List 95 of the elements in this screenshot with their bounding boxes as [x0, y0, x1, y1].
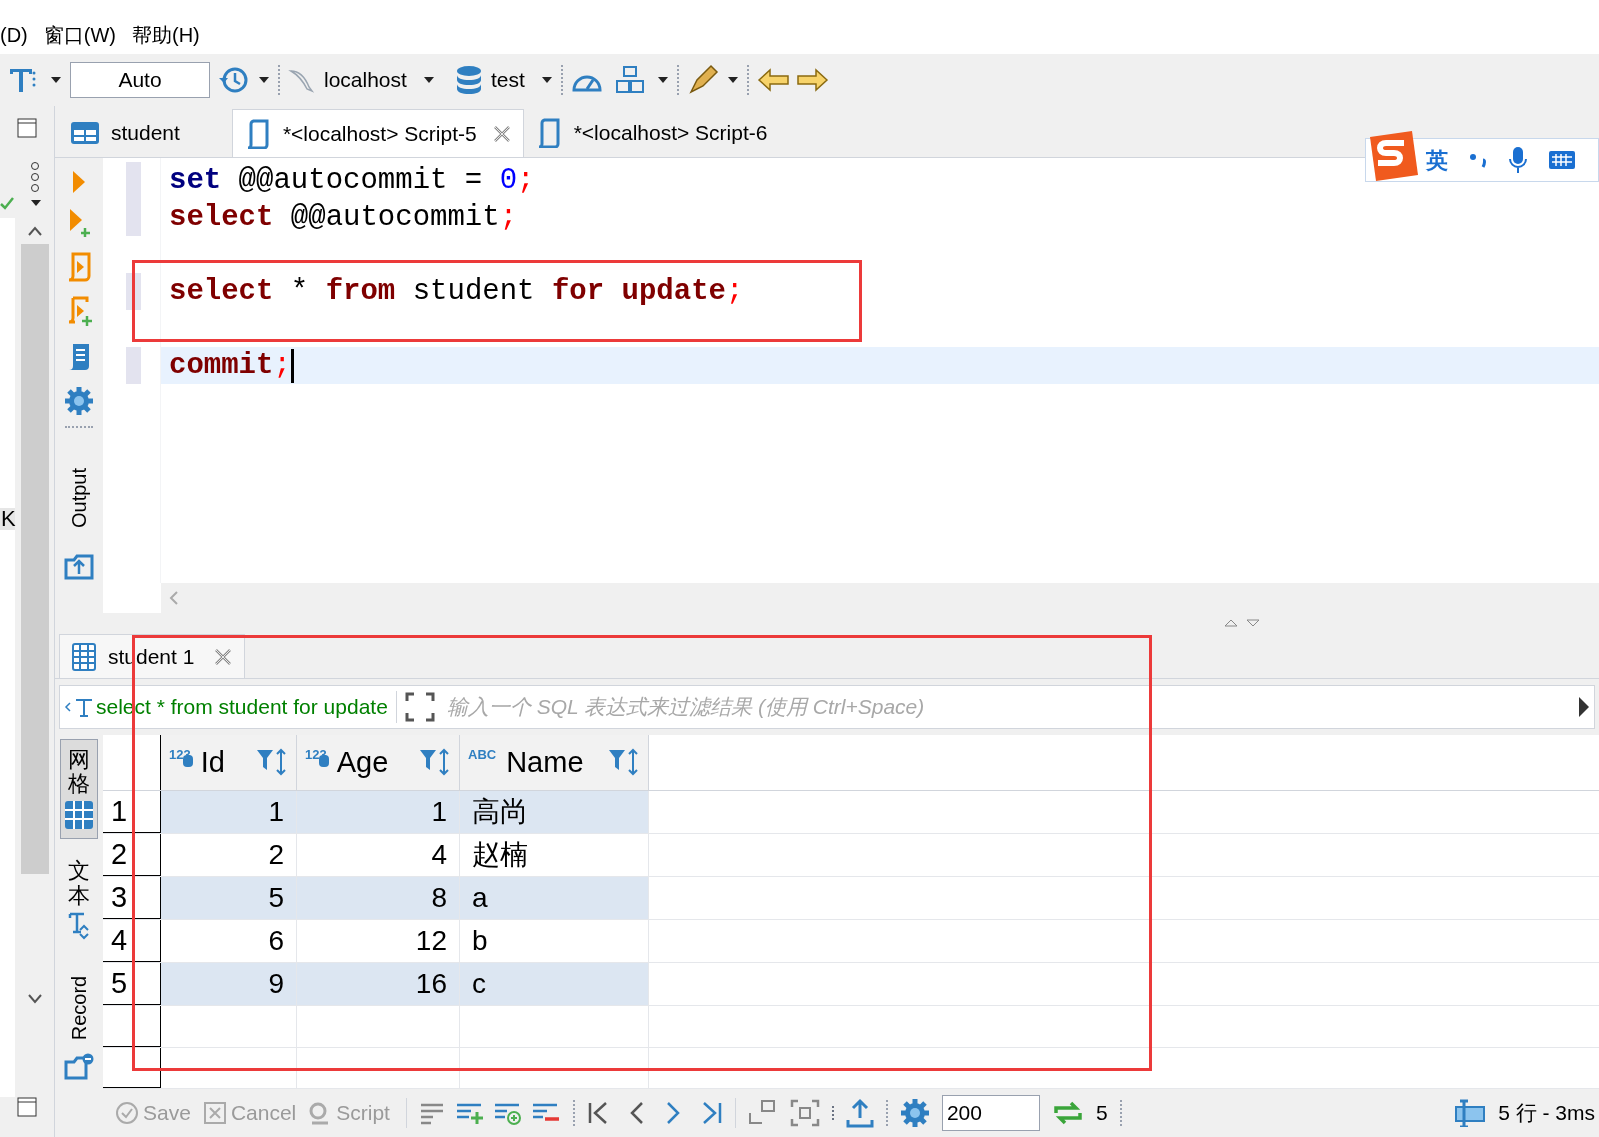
- minimize-icon[interactable]: [1246, 619, 1260, 627]
- table-icon: [71, 122, 99, 144]
- row-number: 2: [103, 834, 161, 876]
- play-icon[interactable]: [1578, 696, 1590, 718]
- code-line: select @@autocommit;: [169, 200, 518, 236]
- check-icon[interactable]: [0, 196, 14, 210]
- copy-row-icon[interactable]: [492, 1101, 523, 1125]
- code-line: select * from student for update;: [169, 274, 744, 310]
- panel-icon[interactable]: [1454, 1099, 1487, 1127]
- boxes-icon[interactable]: [614, 65, 645, 95]
- column-header[interactable]: ABC Name: [460, 735, 649, 790]
- grid-icon: [72, 642, 96, 671]
- focus-icon[interactable]: [789, 1099, 820, 1127]
- more-icon[interactable]: [29, 162, 41, 192]
- truncated-text: K: [0, 508, 15, 530]
- settings-icon[interactable]: [899, 1098, 930, 1128]
- view-tab[interactable]: 网格: [60, 739, 98, 840]
- export-icon[interactable]: [845, 1098, 874, 1128]
- status-text: 5 行 - 3ms: [1498, 1100, 1595, 1127]
- menu-item[interactable]: 帮助(H): [131, 20, 200, 50]
- filter-placeholder: 输入一个 SQL 表达式来过滤结果 (使用 Ctrl+Space): [446, 694, 926, 721]
- table-cell: a: [460, 877, 649, 919]
- grid-icon: [64, 800, 94, 831]
- next-page-icon[interactable]: [664, 1101, 681, 1125]
- maximize-icon[interactable]: [1224, 619, 1238, 627]
- scroll-down-icon[interactable]: [27, 994, 42, 1004]
- table-cell: 9: [161, 963, 297, 1005]
- code-line: set @@autocommit = 0;: [169, 163, 535, 199]
- run-add-icon[interactable]: [67, 208, 91, 238]
- row-number: 5: [103, 963, 161, 1005]
- editor-tab[interactable]: student: [59, 109, 232, 157]
- type-label: ABC: [468, 745, 498, 764]
- table-cell: c: [460, 963, 649, 1005]
- code-line: commit;: [169, 348, 291, 384]
- back-arrow-icon[interactable]: [756, 67, 791, 93]
- pen-icon[interactable]: [686, 64, 719, 96]
- scrollbar-thumb[interactable]: [20, 244, 49, 874]
- database-selector[interactable]: test: [490, 64, 525, 96]
- first-page-icon[interactable]: [586, 1101, 609, 1125]
- caret-icon[interactable]: [656, 76, 669, 84]
- table-cell: 1: [297, 791, 460, 833]
- view-tab[interactable]: 文本: [60, 851, 98, 948]
- menu-item[interactable]: 窗口(W): [43, 20, 116, 50]
- expand-icon[interactable]: [404, 692, 435, 722]
- fetch-size-field[interactable]: 200: [941, 1095, 1040, 1131]
- table-cell: 8: [297, 877, 460, 919]
- table-cell: 16: [297, 963, 460, 1005]
- filter-sort-icon[interactable]: [419, 748, 451, 777]
- previous-page-icon[interactable]: [628, 1101, 645, 1125]
- row-number-cell: [103, 1047, 161, 1088]
- output-tab[interactable]: Output: [64, 468, 94, 528]
- forward-arrow-icon[interactable]: [794, 67, 829, 93]
- caret-icon[interactable]: [50, 76, 62, 84]
- row-number: 4: [103, 920, 161, 962]
- close-icon[interactable]: [214, 647, 233, 666]
- refresh-count: 5: [1095, 1100, 1108, 1127]
- row-number: 1: [103, 791, 161, 833]
- check-icon: [115, 1101, 139, 1125]
- caret-icon[interactable]: [258, 76, 270, 84]
- caret-icon[interactable]: [540, 76, 553, 84]
- caret-icon[interactable]: [726, 76, 739, 84]
- table-cell: 高尚: [460, 791, 649, 833]
- scroll-up-icon[interactable]: [27, 226, 42, 236]
- editor-tab[interactable]: *<localhost> Script-5: [231, 109, 524, 157]
- settings-icon[interactable]: [64, 386, 94, 416]
- menu-item[interactable]: (D): [0, 20, 28, 50]
- output-icon[interactable]: [64, 552, 94, 580]
- table-cell: 1: [161, 791, 297, 833]
- refresh-icon[interactable]: [1051, 1099, 1084, 1127]
- row-number: 3: [103, 877, 161, 919]
- microphone-icon[interactable]: [1508, 146, 1528, 174]
- scroll-left-icon[interactable]: [169, 591, 179, 605]
- window-icon[interactable]: [17, 118, 37, 138]
- caret-icon[interactable]: [422, 76, 435, 84]
- keyboard-icon[interactable]: [1548, 149, 1576, 171]
- transaction-mode-field[interactable]: Auto: [70, 62, 210, 98]
- editor-tab[interactable]: *<localhost> Script-6: [523, 109, 820, 157]
- window-icon[interactable]: [17, 1097, 37, 1117]
- ime-mode[interactable]: 英: [1426, 143, 1448, 177]
- connection-selector[interactable]: localhost: [324, 64, 407, 96]
- text-cursor: [290, 348, 294, 383]
- close-icon[interactable]: [492, 124, 511, 143]
- view-tab[interactable]: Record: [60, 959, 98, 1088]
- filter-sort-icon[interactable]: [256, 748, 288, 777]
- table-cell: 5: [161, 877, 297, 919]
- text-icon: [67, 911, 91, 940]
- row-number-cell: [103, 1006, 161, 1047]
- database-icon: [454, 65, 483, 95]
- cancel-icon: [202, 1101, 227, 1125]
- caret-icon[interactable]: [30, 199, 42, 207]
- filter-sort-icon[interactable]: [608, 748, 640, 777]
- run-icon[interactable]: [72, 170, 86, 194]
- add-row-icon[interactable]: [454, 1101, 485, 1125]
- layout-icon[interactable]: [747, 1099, 778, 1127]
- record-icon: [64, 1051, 94, 1080]
